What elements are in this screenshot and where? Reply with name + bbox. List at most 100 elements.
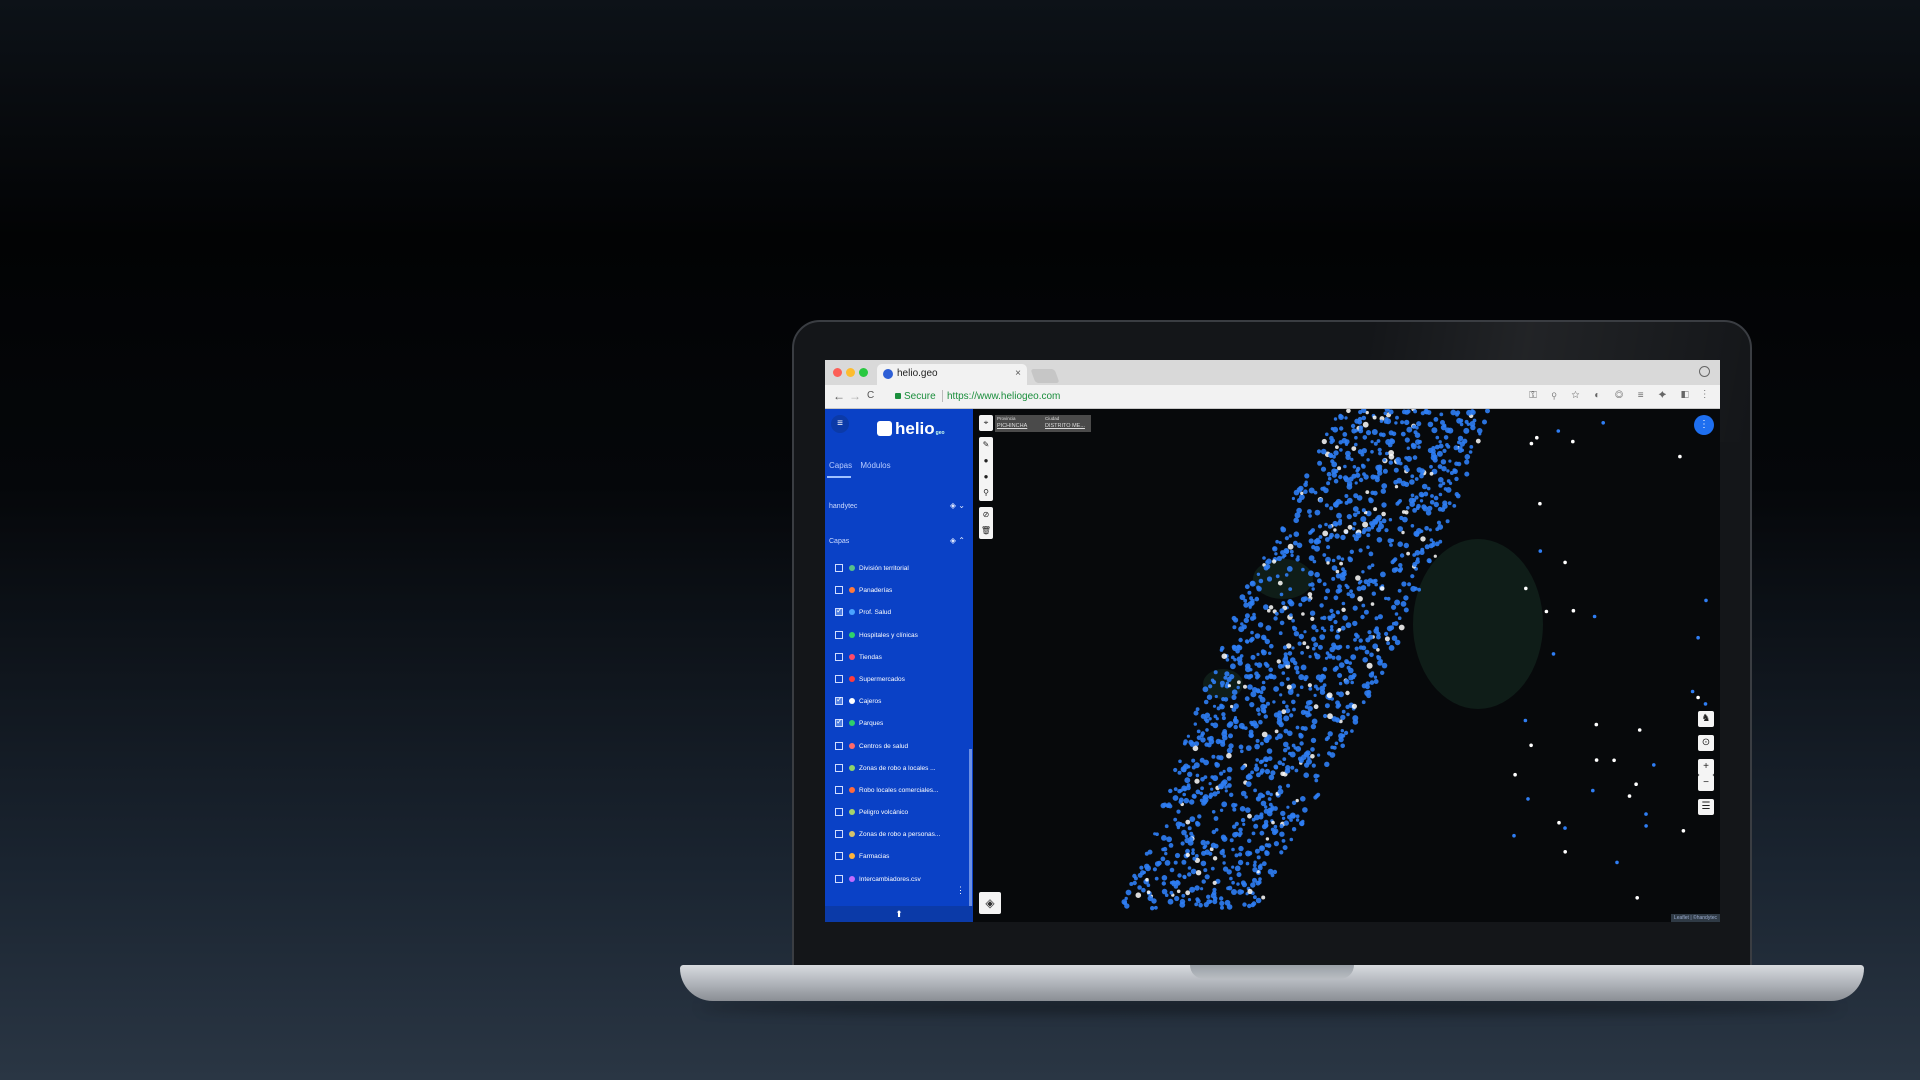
health-prof-marker bbox=[1402, 516, 1408, 523]
base-layers-button[interactable]: ◈ bbox=[979, 892, 1001, 914]
close-window-button[interactable] bbox=[833, 368, 842, 377]
health-prof-marker bbox=[1349, 589, 1353, 594]
health-prof-marker bbox=[1336, 555, 1341, 560]
layer-checkbox[interactable] bbox=[835, 763, 843, 772]
city-select[interactable]: DISTRITO ME... bbox=[1045, 423, 1085, 429]
layer-checkbox[interactable] bbox=[835, 652, 843, 661]
layer-item[interactable]: Centros de salud bbox=[835, 739, 969, 761]
layer-item[interactable]: Panaderías bbox=[835, 583, 969, 605]
location-filter[interactable]: Provincia Ciudad PICHINCHA DISTRITO ME..… bbox=[995, 415, 1091, 432]
layer-checkbox[interactable] bbox=[835, 695, 843, 706]
extension-icons[interactable]: ⚿ ⚲ ☆ ◐ ◎ ≡ ✦ ◧ ⋮ bbox=[1529, 390, 1712, 401]
streetview-icon[interactable]: ♞ bbox=[1698, 711, 1714, 727]
map-marker bbox=[1523, 718, 1528, 723]
new-tab-button[interactable] bbox=[1030, 369, 1060, 383]
health-prof-marker bbox=[1438, 539, 1443, 544]
health-prof-marker bbox=[1224, 789, 1228, 793]
draw-line-icon[interactable]: ✎ bbox=[979, 437, 993, 453]
section-capas[interactable]: Capas ◈ ⌃ bbox=[829, 536, 969, 545]
section-handytec[interactable]: handytec ◈ ⌄ bbox=[829, 501, 969, 510]
forward-icon[interactable]: → bbox=[849, 389, 861, 403]
draw-circle-icon[interactable]: ● bbox=[979, 453, 993, 469]
edit-icon[interactable]: ⊘ bbox=[979, 507, 993, 523]
browser-tab[interactable]: helio.geo × bbox=[877, 364, 1027, 385]
layer-item[interactable]: División territorial bbox=[835, 561, 969, 583]
layer-checkbox[interactable] bbox=[835, 741, 843, 750]
secure-indicator[interactable]: Secure bbox=[895, 391, 936, 402]
layer-checkbox[interactable] bbox=[835, 606, 843, 617]
health-prof-marker bbox=[1245, 663, 1251, 669]
tab-close-icon[interactable]: × bbox=[1015, 368, 1021, 379]
legend-icon[interactable]: ☰ bbox=[1698, 799, 1714, 815]
layer-checkbox[interactable] bbox=[835, 808, 843, 817]
zoom-in-button[interactable]: + bbox=[1698, 759, 1714, 775]
health-prof-marker bbox=[1350, 423, 1356, 429]
health-prof-marker bbox=[1357, 419, 1363, 425]
sidebar-scrollbar[interactable] bbox=[969, 749, 972, 909]
reload-icon[interactable]: C bbox=[867, 390, 874, 401]
url-field[interactable]: https://www.heliogeo.com bbox=[947, 391, 1060, 402]
layer-item[interactable]: Zonas de robo a personas... bbox=[835, 827, 969, 849]
layers-chevron-down-icon[interactable]: ◈ ⌄ bbox=[950, 501, 965, 510]
trash-icon[interactable]: 🗑 bbox=[979, 523, 993, 539]
tab-modulos[interactable]: Módulos bbox=[860, 461, 890, 470]
layer-item[interactable]: Peligro volcánico bbox=[835, 805, 969, 827]
layer-label: Robo locales comerciales... bbox=[859, 786, 939, 794]
layer-item[interactable]: Intercambiadores.csv bbox=[835, 872, 969, 894]
locate-icon[interactable]: ⊙ bbox=[1698, 735, 1714, 751]
layers-chevron-up-icon[interactable]: ◈ ⌃ bbox=[950, 536, 965, 545]
layer-checkbox[interactable] bbox=[835, 852, 843, 861]
health-prof-marker bbox=[1300, 709, 1306, 715]
province-select[interactable]: PICHINCHA bbox=[997, 423, 1027, 429]
layer-options-icon[interactable]: ⋮ bbox=[956, 885, 965, 896]
health-prof-marker bbox=[1221, 836, 1228, 842]
layer-checkbox[interactable] bbox=[835, 586, 843, 595]
health-prof-marker bbox=[1374, 616, 1379, 621]
layer-checkbox[interactable] bbox=[835, 564, 843, 572]
health-prof-marker bbox=[1470, 409, 1475, 414]
layer-item[interactable]: Hospitales y clínicas bbox=[835, 628, 969, 650]
zoom-out-button[interactable]: − bbox=[1698, 775, 1714, 791]
health-prof-marker bbox=[1191, 793, 1197, 799]
health-prof-marker bbox=[1372, 643, 1379, 650]
minimize-window-button[interactable] bbox=[846, 368, 855, 377]
layer-checkbox[interactable] bbox=[835, 674, 843, 683]
health-prof-marker bbox=[1181, 829, 1187, 836]
atm-marker bbox=[1243, 684, 1247, 689]
health-prof-marker bbox=[1286, 783, 1291, 788]
layer-item[interactable]: Tiendas bbox=[835, 650, 969, 672]
layer-item[interactable]: Robo locales comerciales... bbox=[835, 783, 969, 805]
layer-item[interactable]: Cajeros bbox=[835, 694, 969, 716]
health-prof-marker bbox=[1464, 471, 1470, 477]
back-icon[interactable]: ← bbox=[833, 389, 845, 403]
layer-item[interactable]: Zonas de robo a locales ... bbox=[835, 761, 969, 783]
upload-button[interactable]: ⬆ bbox=[825, 906, 973, 922]
health-prof-marker bbox=[1214, 761, 1219, 767]
map-attribution[interactable]: Leaflet | ©handytec bbox=[1670, 914, 1720, 922]
select-tool-icon[interactable]: ⌖ bbox=[979, 415, 993, 431]
layer-checkbox[interactable] bbox=[835, 785, 843, 794]
layer-item[interactable]: Parques bbox=[835, 716, 969, 738]
tab-capas[interactable]: Capas bbox=[829, 461, 852, 470]
marker-icon[interactable]: ⚲ bbox=[979, 485, 993, 501]
more-options-button[interactable]: ⋮ bbox=[1694, 415, 1714, 435]
layer-item[interactable]: Farmacias bbox=[835, 849, 969, 871]
atm-marker bbox=[1326, 692, 1333, 699]
health-prof-marker bbox=[1200, 733, 1204, 738]
health-prof-marker bbox=[1303, 751, 1310, 758]
health-prof-marker bbox=[1446, 444, 1451, 449]
draw-point-icon[interactable]: ● bbox=[979, 469, 993, 485]
profile-icon[interactable] bbox=[1699, 366, 1710, 377]
layer-checkbox[interactable] bbox=[835, 874, 843, 883]
menu-icon[interactable]: ≡ bbox=[831, 415, 849, 433]
map-canvas[interactable]: ⌖ Provincia Ciudad PICHINCHA DISTRITO ME… bbox=[973, 409, 1720, 922]
layer-checkbox[interactable] bbox=[835, 830, 843, 839]
health-prof-marker bbox=[1326, 471, 1332, 477]
layer-item[interactable]: Prof. Salud bbox=[835, 605, 969, 627]
maximize-window-button[interactable] bbox=[859, 368, 868, 377]
layer-checkbox[interactable] bbox=[835, 630, 843, 639]
layer-checkbox[interactable] bbox=[835, 717, 843, 728]
layer-item[interactable]: Supermercados bbox=[835, 672, 969, 694]
health-prof-marker bbox=[1346, 514, 1352, 520]
health-prof-marker bbox=[1346, 483, 1353, 490]
